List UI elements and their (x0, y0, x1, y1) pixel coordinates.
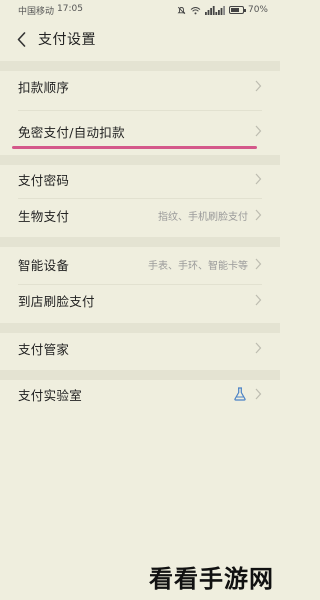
signal-icon (204, 5, 225, 15)
row-right (254, 125, 262, 137)
chevron-right-icon (255, 80, 262, 92)
flask-icon (234, 387, 246, 401)
setting-label: 到店刷脸支付 (18, 293, 95, 309)
setting-detail: 手表、手环、智能卡等 (148, 260, 248, 272)
group-separator (0, 237, 280, 247)
row-right (254, 173, 262, 185)
divider (18, 110, 262, 111)
chevron-left-icon (17, 31, 25, 47)
setting-row-biometric[interactable]: 生物支付 指纹、手机刷脸支付 (0, 200, 280, 230)
group-separator (0, 323, 280, 333)
chevron-right-icon (255, 388, 262, 400)
mute-icon (177, 6, 186, 15)
page-title: 支付设置 (38, 32, 96, 48)
setting-label: 支付密码 (18, 172, 70, 188)
divider (18, 198, 262, 199)
status-left: 中国移动 17:05 (18, 4, 83, 17)
battery-level: 70% (247, 5, 268, 15)
chevron-right-icon (255, 258, 262, 270)
row-right (232, 386, 262, 402)
wifi-icon (190, 6, 201, 15)
nav-bar: 支付设置 (0, 24, 280, 54)
row-right (254, 342, 262, 354)
setting-label: 支付管家 (18, 341, 70, 357)
back-button[interactable] (8, 24, 34, 54)
setting-label: 支付实验室 (18, 387, 83, 403)
setting-detail: 指纹、手机刷脸支付 (158, 211, 248, 223)
battery-icon (228, 6, 246, 14)
carrier-label: 中国移动 (18, 6, 55, 17)
setting-row-smart-devices[interactable]: 智能设备 手表、手环、智能卡等 (0, 249, 280, 279)
group-separator (0, 61, 280, 71)
highlight-underline (12, 146, 257, 149)
row-right (254, 294, 262, 306)
chevron-right-icon (255, 125, 262, 137)
row-right (254, 80, 262, 92)
setting-row-manager[interactable]: 支付管家 (0, 333, 280, 363)
clock: 17:05 (57, 3, 83, 14)
setting-row-lab[interactable]: 支付实验室 (0, 379, 280, 409)
chevron-right-icon (255, 294, 262, 306)
chevron-right-icon (255, 209, 262, 221)
setting-label: 扣款顺序 (18, 79, 70, 95)
setting-row-deduct-order[interactable]: 扣款顺序 (0, 71, 280, 101)
setting-row-autopay[interactable]: 免密支付/自动扣款 (0, 116, 280, 146)
group-separator (0, 155, 280, 165)
status-right: 70% (177, 5, 268, 15)
chevron-right-icon (255, 173, 262, 185)
setting-label: 智能设备 (18, 257, 70, 273)
setting-row-face-pay-store[interactable]: 到店刷脸支付 (0, 285, 280, 315)
status-bar: 中国移动 17:05 70% (0, 0, 280, 20)
row-right: 指纹、手机刷脸支付 (158, 208, 262, 223)
watermark-logo: 看看手游网 (149, 564, 274, 593)
setting-label: 生物支付 (18, 208, 70, 224)
setting-row-password[interactable]: 支付密码 (0, 165, 280, 193)
row-right: 手表、手环、智能卡等 (148, 257, 262, 272)
chevron-right-icon (255, 342, 262, 354)
setting-label: 免密支付/自动扣款 (18, 124, 125, 140)
